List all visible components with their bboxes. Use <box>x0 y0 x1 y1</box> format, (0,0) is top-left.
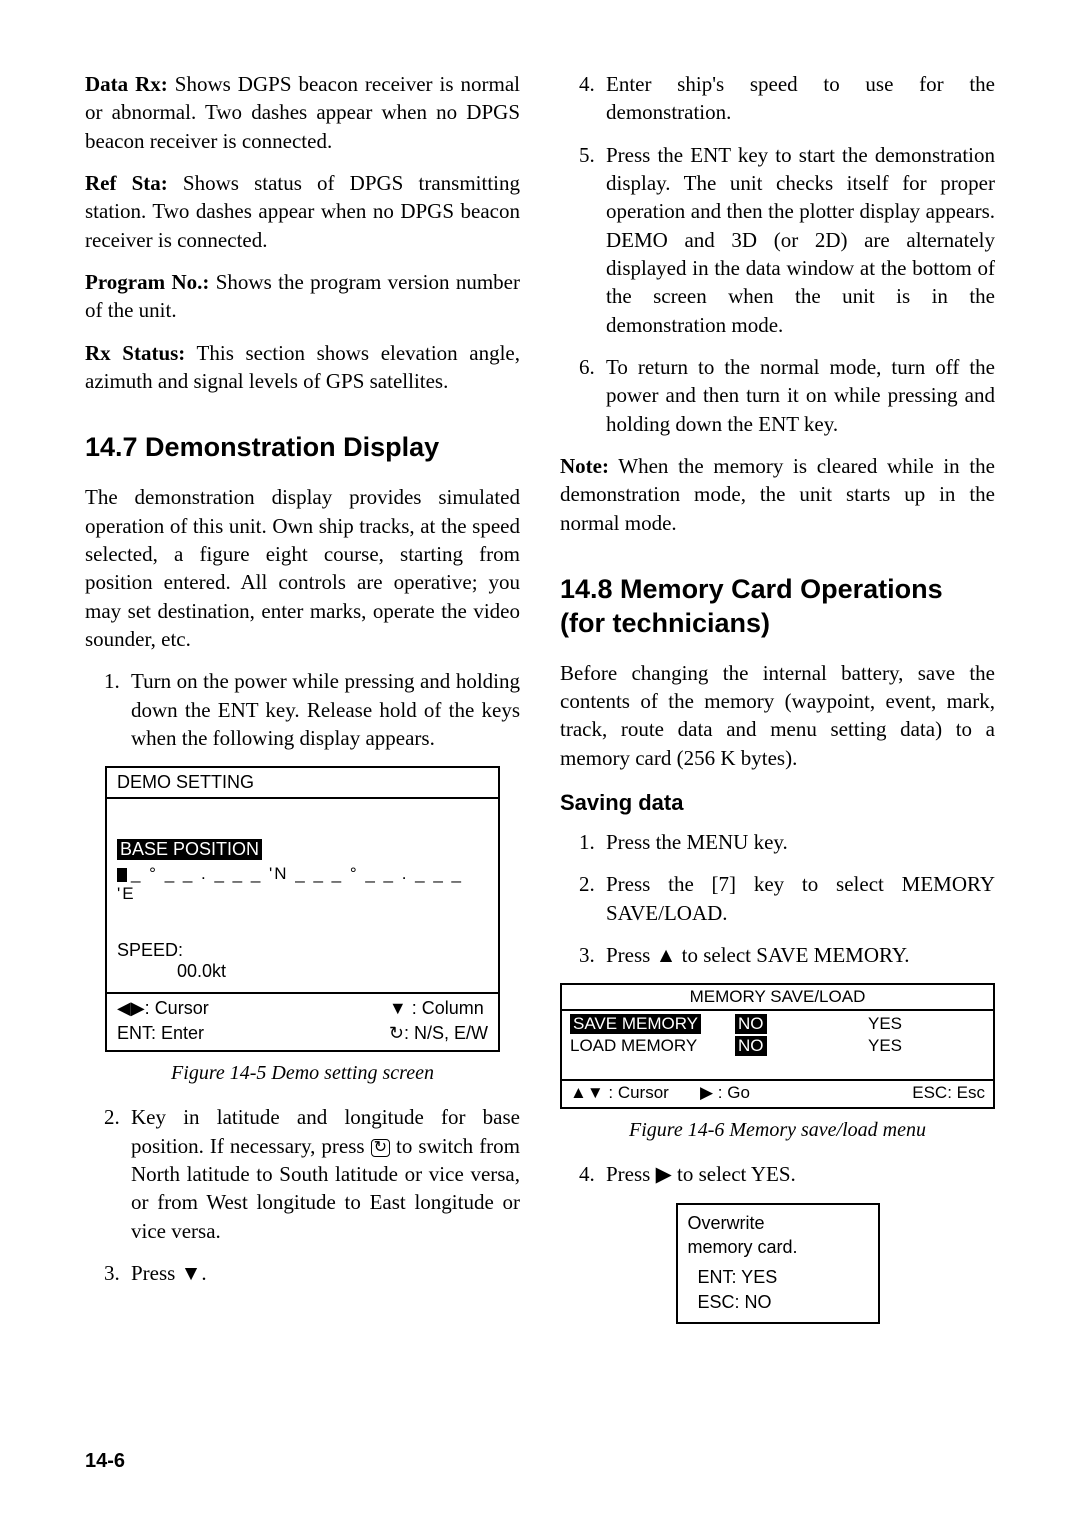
heading-14-8: 14.8 Memory Card Operations (for technic… <box>560 573 995 641</box>
step-148-2: Press the [7] key to select MEMORY SAVE/… <box>600 870 995 927</box>
load-yes-option: YES <box>835 1035 935 1057</box>
cycle-key-icon: ↻ <box>371 1139 390 1157</box>
mem-title: MEMORY SAVE/LOAD <box>562 985 993 1011</box>
overwrite-ent-yes: ENT: YES <box>698 1265 868 1289</box>
mem-body: SAVE MEMORY NO YES LOAD MEMORY NO YES <box>562 1011 993 1079</box>
mem-row-load: LOAD MEMORY NO YES <box>570 1035 985 1057</box>
left-column: Data Rx: Shows DGPS beacon receiver is n… <box>85 70 520 1324</box>
figure-14-6-caption: Figure 14-6 Memory save/load menu <box>560 1119 995 1142</box>
hint-cursor: ◀▶: Cursor <box>117 998 209 1019</box>
subheading-saving-data: Saving data <box>560 790 995 816</box>
term: Rx Status: <box>85 341 185 365</box>
term: Data Rx: <box>85 72 168 96</box>
page-number: 14-6 <box>85 1450 125 1473</box>
steps-14-8b: Press ▶ to select YES. <box>560 1160 995 1188</box>
demo-footer: ◀▶: Cursor ENT: Enter ▼ : Column ↻: N/S,… <box>107 992 498 1050</box>
cursor-block-icon <box>117 868 127 882</box>
step-2: Key in latitude and longitude for base p… <box>125 1103 520 1245</box>
def-rx-status: Rx Status: This section shows elevation … <box>85 339 520 396</box>
mem-row-save: SAVE MEMORY NO YES <box>570 1013 985 1035</box>
overwrite-esc-no: ESC: NO <box>698 1290 868 1314</box>
mem-footer: ▲▼ : Cursor ▶ : Go ESC: Esc <box>562 1079 993 1107</box>
memory-save-load-menu: MEMORY SAVE/LOAD SAVE MEMORY NO YES LOAD… <box>560 983 995 1109</box>
position-line: _ ° _ _ . _ _ _ 'N _ _ _ ° _ _ . _ _ _ '… <box>117 864 488 904</box>
speed-block: SPEED: 00.0kt <box>117 940 488 982</box>
mem-hint-cursor: ▲▼ : Cursor <box>570 1083 700 1103</box>
demo-title: DEMO SETTING <box>107 768 498 799</box>
demo-setting-screen: DEMO SETTING BASE POSITION _ ° _ _ . _ _… <box>105 766 500 1052</box>
step-5: Press the ENT key to start the demonstra… <box>600 141 995 339</box>
def-data-rx: Data Rx: Shows DGPS beacon receiver is n… <box>85 70 520 155</box>
def-ref-sta: Ref Sta: Shows status of DPGS transmitti… <box>85 169 520 254</box>
term: Program No.: <box>85 270 209 294</box>
overwrite-dialog: Overwrite memory card. ENT: YES ESC: NO <box>676 1203 880 1324</box>
intro-14-8: Before changing the internal battery, sa… <box>560 659 995 772</box>
steps-14-7b: Key in latitude and longitude for base p… <box>85 1103 520 1287</box>
term: Ref Sta: <box>85 171 168 195</box>
step-4: Enter ship's speed to use for the demons… <box>600 70 995 127</box>
load-memory-label: LOAD MEMORY <box>570 1035 735 1057</box>
overwrite-message: Overwrite memory card. <box>688 1211 868 1260</box>
note-label: Note: <box>560 454 609 478</box>
hint-nsew: ↻: N/S, E/W <box>389 1023 488 1044</box>
intro-14-7: The demonstration display provides simul… <box>85 483 520 653</box>
demo-body: BASE POSITION _ ° _ _ . _ _ _ 'N _ _ _ °… <box>107 799 498 992</box>
demo-footer-right: ▼ : Column ↻: N/S, E/W <box>389 998 488 1044</box>
step-1: Turn on the power while pressing and hol… <box>125 667 520 752</box>
note-14-7: Note: When the memory is cleared while i… <box>560 452 995 537</box>
speed-value: 00.0kt <box>177 961 488 982</box>
hint-enter: ENT: Enter <box>117 1023 209 1044</box>
speed-label: SPEED: <box>117 940 488 961</box>
demo-footer-left: ◀▶: Cursor ENT: Enter <box>117 998 209 1044</box>
mem-hint-esc: ESC: Esc <box>885 1083 985 1103</box>
save-yes-option: YES <box>835 1013 935 1035</box>
page: Data Rx: Shows DGPS beacon receiver is n… <box>0 0 1080 1528</box>
step-3: Press ▼. <box>125 1259 520 1287</box>
overwrite-options: ENT: YES ESC: NO <box>688 1265 868 1314</box>
two-column-layout: Data Rx: Shows DGPS beacon receiver is n… <box>85 70 995 1324</box>
figure-14-5-caption: Figure 14-5 Demo setting screen <box>85 1062 520 1085</box>
step-148-4: Press ▶ to select YES. <box>600 1160 995 1188</box>
step-6: To return to the normal mode, turn off t… <box>600 353 995 438</box>
steps-14-7c: Enter ship's speed to use for the demons… <box>560 70 995 438</box>
save-memory-label: SAVE MEMORY <box>570 1014 701 1034</box>
step-148-3: Press ▲ to select SAVE MEMORY. <box>600 941 995 969</box>
overwrite-line1: Overwrite <box>688 1211 868 1235</box>
hint-column: ▼ : Column <box>389 998 488 1019</box>
step-148-1: Press the MENU key. <box>600 828 995 856</box>
overwrite-line2: memory card. <box>688 1235 868 1259</box>
pos-text: _ ° _ _ . _ _ _ 'N _ _ _ ° _ _ . _ _ _ '… <box>117 864 463 903</box>
steps-14-7a: Turn on the power while pressing and hol… <box>85 667 520 752</box>
right-column: Enter ship's speed to use for the demons… <box>560 70 995 1324</box>
def-program-no: Program No.: Shows the program version n… <box>85 268 520 325</box>
save-no-option: NO <box>735 1014 767 1034</box>
mem-hint-go: ▶ : Go <box>700 1083 885 1103</box>
heading-14-7: 14.7 Demonstration Display <box>85 431 520 465</box>
note-text: When the memory is cleared while in the … <box>560 454 995 535</box>
load-no-option: NO <box>735 1036 767 1056</box>
steps-14-8a: Press the MENU key. Press the [7] key to… <box>560 828 995 969</box>
base-position-label: BASE POSITION <box>117 839 262 860</box>
